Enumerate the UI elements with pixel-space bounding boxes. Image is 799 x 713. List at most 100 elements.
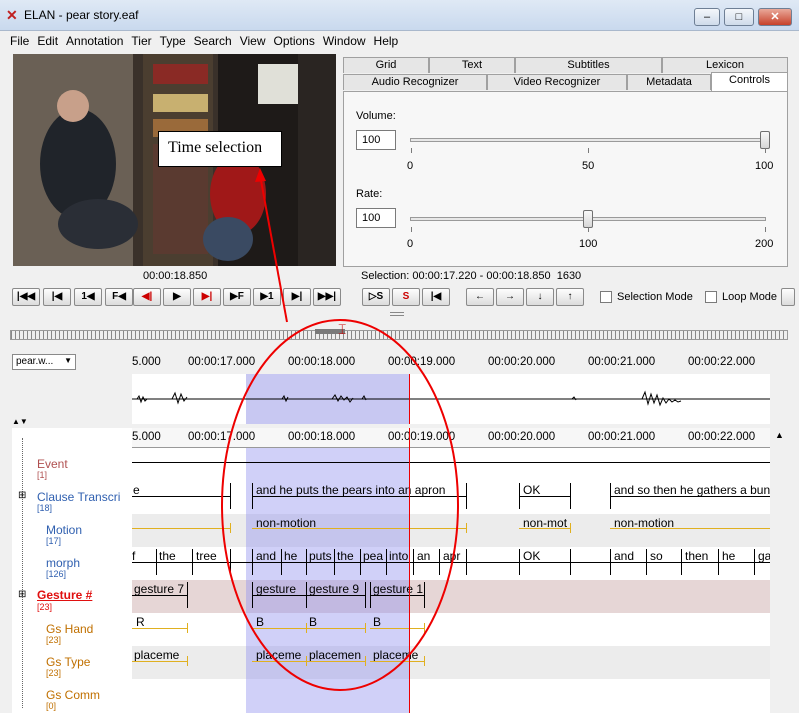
selection-mode-checkbox[interactable]	[600, 291, 612, 303]
tier-row-gshand[interactable]	[132, 613, 770, 646]
annotation[interactable]: then	[685, 549, 708, 563]
menu-edit[interactable]: Edit	[33, 31, 62, 48]
rate-field[interactable]: 100	[356, 208, 396, 228]
tier-row-gscomm[interactable]	[132, 679, 770, 713]
nav-left-button[interactable]: ←	[466, 288, 494, 306]
annotation[interactable]: gesture 7	[134, 582, 184, 596]
go-to-begin-button[interactable]: |◀◀	[12, 288, 40, 306]
next-frame-button[interactable]: ▶F	[223, 288, 251, 306]
selection-begin-button[interactable]: |◀	[422, 288, 450, 306]
nav-down-button[interactable]: ↓	[526, 288, 554, 306]
timeline-ruler[interactable]: 5.000 00:00:17.000 00:00:18.000 00:00:19…	[132, 428, 770, 448]
expand-icon[interactable]: ⊞	[18, 589, 26, 600]
next-pixel-button[interactable]: ▶|	[193, 288, 221, 306]
waveform-ruler[interactable]: 5.000 00:00:17.000 00:00:18.000 00:00:19…	[132, 352, 770, 374]
collapse-arrows-icon[interactable]: ▲▼	[12, 417, 28, 426]
previous-scrollview-button[interactable]: |◀	[43, 288, 71, 306]
annotation[interactable]: so	[650, 549, 663, 563]
annotation[interactable]: pea	[363, 549, 383, 563]
play-selection-button[interactable]: ▷S	[362, 288, 390, 306]
tier-row-gesture[interactable]	[132, 580, 770, 613]
tier-name[interactable]: Gs Comm	[46, 688, 100, 702]
tier-name[interactable]: Clause Transcri	[37, 490, 120, 504]
previous-frame-button[interactable]: F◀	[105, 288, 133, 306]
tab-subtitles[interactable]: Subtitles	[515, 57, 662, 73]
annotation[interactable]: gesture	[256, 582, 296, 596]
waveform-selector[interactable]: pear.w... ▼	[12, 354, 76, 370]
annotation[interactable]: OK	[523, 483, 540, 497]
annotation[interactable]: OK	[523, 549, 540, 563]
volume-slider-thumb[interactable]	[760, 131, 770, 149]
tier-row-motion[interactable]	[132, 514, 770, 547]
menu-type[interactable]: Type	[156, 31, 190, 48]
loop-mode-checkbox[interactable]	[705, 291, 717, 303]
annotation[interactable]: and he puts the pears into an apron	[256, 483, 445, 497]
menu-tier[interactable]: Tier	[127, 31, 155, 48]
menu-search[interactable]: Search	[190, 31, 236, 48]
tab-video-recognizer[interactable]: Video Recognizer	[487, 74, 627, 90]
annotation[interactable]: placeme	[134, 648, 179, 662]
more-options-button[interactable]	[781, 288, 795, 306]
tier-row-event[interactable]	[132, 448, 770, 481]
nav-up-button[interactable]: ↑	[556, 288, 584, 306]
volume-field[interactable]: 100	[356, 130, 396, 150]
tier-name[interactable]: Gs Type	[46, 655, 90, 669]
next-scrollview-button[interactable]: ▶|	[283, 288, 311, 306]
annotation[interactable]: B	[256, 615, 264, 629]
waveform-viewer[interactable]	[132, 374, 770, 424]
annotation[interactable]: B	[309, 615, 317, 629]
previous-second-button[interactable]: 1◀	[74, 288, 102, 306]
scroll-up-icon[interactable]: ▲	[775, 430, 784, 440]
annotation[interactable]: into	[389, 549, 408, 563]
annotation[interactable]: placeme	[373, 648, 418, 662]
annotation[interactable]: placeme	[256, 648, 301, 662]
annotation-timeline[interactable]: 5.000 00:00:17.000 00:00:18.000 00:00:19…	[132, 428, 770, 713]
annotation[interactable]: he	[722, 549, 735, 563]
rate-slider-thumb[interactable]	[583, 210, 593, 228]
annotation[interactable]: gesture 1	[373, 582, 423, 596]
next-second-button[interactable]: ▶1	[253, 288, 281, 306]
tab-grid[interactable]: Grid	[343, 57, 429, 73]
menu-annotation[interactable]: Annotation	[62, 31, 127, 48]
nav-right-button[interactable]: →	[496, 288, 524, 306]
annotation[interactable]: and so then he gathers a bun	[614, 483, 770, 497]
annotation[interactable]: and	[614, 549, 634, 563]
annotation[interactable]: placemen	[309, 648, 361, 662]
tab-text[interactable]: Text	[429, 57, 515, 73]
annotation[interactable]: B	[373, 615, 381, 629]
tab-controls[interactable]: Controls	[711, 72, 788, 92]
play-button[interactable]: ▶	[163, 288, 191, 306]
previous-pixel-button[interactable]: ◀|	[133, 288, 161, 306]
minimize-button[interactable]: –	[694, 8, 720, 26]
tier-name[interactable]: morph	[46, 556, 80, 570]
tab-metadata[interactable]: Metadata	[627, 74, 711, 90]
tab-audio-recognizer[interactable]: Audio Recognizer	[343, 74, 487, 90]
annotation[interactable]: f	[132, 549, 135, 563]
annotation[interactable]: ga	[758, 549, 770, 563]
overview-timeline[interactable]	[10, 330, 788, 340]
active-tier-name[interactable]: Gesture #	[37, 588, 92, 602]
annotation[interactable]: he	[284, 549, 297, 563]
annotation-event[interactable]	[132, 462, 770, 463]
menu-options[interactable]: Options	[270, 31, 319, 48]
annotation[interactable]: tree	[196, 549, 217, 563]
annotation[interactable]: the	[337, 549, 354, 563]
annotation[interactable]: and	[256, 549, 276, 563]
panel-splitter[interactable]	[390, 312, 404, 316]
annotation[interactable]: e	[133, 483, 140, 497]
annotation[interactable]: puts	[309, 549, 332, 563]
menu-view[interactable]: View	[236, 31, 270, 48]
volume-slider-track[interactable]	[410, 138, 766, 142]
annotation[interactable]: the	[159, 549, 176, 563]
annotation[interactable]: apr	[443, 549, 460, 563]
annotation[interactable]: R	[136, 615, 145, 629]
tier-name[interactable]: Gs Hand	[46, 622, 93, 636]
close-button[interactable]: ✕	[758, 8, 792, 26]
maximize-button[interactable]: □	[724, 8, 754, 26]
tab-lexicon[interactable]: Lexicon	[662, 57, 788, 73]
tier-name[interactable]: Event	[37, 457, 68, 471]
go-to-end-button[interactable]: ▶▶|	[313, 288, 341, 306]
menu-help[interactable]: Help	[370, 31, 403, 48]
menu-file[interactable]: File	[0, 31, 33, 48]
tier-name[interactable]: Motion	[46, 523, 82, 537]
